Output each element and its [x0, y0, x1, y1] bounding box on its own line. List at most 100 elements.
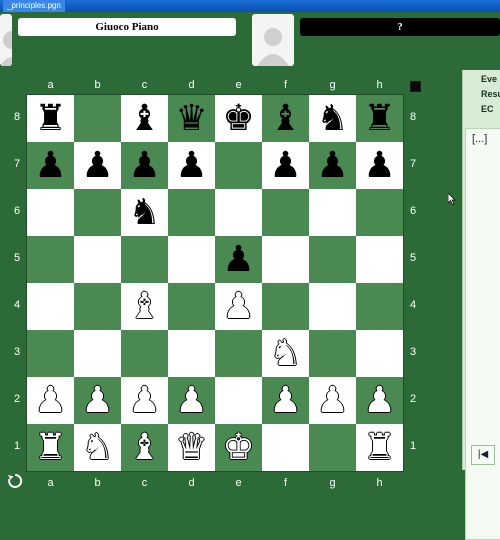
square-g3[interactable]	[309, 330, 356, 377]
square-b1[interactable]: ♞	[74, 424, 121, 471]
square-b5[interactable]	[74, 236, 121, 283]
move-list[interactable]: [...]	[465, 128, 500, 540]
square-f8[interactable]: ♝	[262, 95, 309, 142]
square-g6[interactable]	[309, 189, 356, 236]
white-bishop-icon[interactable]: ♝	[128, 424, 160, 471]
square-e3[interactable]	[215, 330, 262, 377]
square-e7[interactable]	[215, 142, 262, 189]
black-pawn-icon[interactable]: ♟	[128, 142, 160, 189]
black-pawn-icon[interactable]: ♟	[316, 142, 348, 189]
square-f2[interactable]: ♟	[262, 377, 309, 424]
square-c2[interactable]: ♟	[121, 377, 168, 424]
square-d2[interactable]: ♟	[168, 377, 215, 424]
square-e2[interactable]	[215, 377, 262, 424]
white-pawn-icon[interactable]: ♟	[222, 283, 254, 330]
square-g2[interactable]: ♟	[309, 377, 356, 424]
square-d5[interactable]	[168, 236, 215, 283]
black-rook-icon[interactable]: ♜	[34, 95, 66, 142]
square-a5[interactable]	[27, 236, 74, 283]
square-h6[interactable]	[356, 189, 403, 236]
square-b3[interactable]	[74, 330, 121, 377]
square-a2[interactable]: ♟	[27, 377, 74, 424]
black-rook-icon[interactable]: ♜	[363, 95, 395, 142]
square-e5[interactable]: ♟	[215, 236, 262, 283]
square-e1[interactable]: ♚	[215, 424, 262, 471]
square-g5[interactable]	[309, 236, 356, 283]
square-e4[interactable]: ♟	[215, 283, 262, 330]
square-h5[interactable]	[356, 236, 403, 283]
square-d8[interactable]: ♛	[168, 95, 215, 142]
white-pawn-icon[interactable]: ♟	[34, 377, 66, 424]
square-a6[interactable]	[27, 189, 74, 236]
square-b6[interactable]	[74, 189, 121, 236]
white-pawn-icon[interactable]: ♟	[363, 377, 395, 424]
white-knight-icon[interactable]: ♞	[81, 424, 113, 471]
square-f6[interactable]	[262, 189, 309, 236]
square-f7[interactable]: ♟	[262, 142, 309, 189]
white-queen-icon[interactable]: ♛	[175, 424, 207, 471]
square-f5[interactable]	[262, 236, 309, 283]
square-a7[interactable]: ♟	[27, 142, 74, 189]
black-pawn-icon[interactable]: ♟	[222, 236, 254, 283]
black-bishop-icon[interactable]: ♝	[269, 95, 301, 142]
square-e6[interactable]	[215, 189, 262, 236]
square-c6[interactable]: ♞	[121, 189, 168, 236]
square-b7[interactable]: ♟	[74, 142, 121, 189]
black-pawn-icon[interactable]: ♟	[175, 142, 207, 189]
square-c8[interactable]: ♝	[121, 95, 168, 142]
white-pawn-icon[interactable]: ♟	[269, 377, 301, 424]
square-d7[interactable]: ♟	[168, 142, 215, 189]
first-move-button[interactable]: |◀	[471, 445, 495, 465]
square-h3[interactable]	[356, 330, 403, 377]
black-pawn-icon[interactable]: ♟	[269, 142, 301, 189]
square-f1[interactable]	[262, 424, 309, 471]
white-pawn-icon[interactable]: ♟	[175, 377, 207, 424]
square-d4[interactable]	[168, 283, 215, 330]
square-a8[interactable]: ♜	[27, 95, 74, 142]
square-c1[interactable]: ♝	[121, 424, 168, 471]
black-knight-icon[interactable]: ♞	[128, 189, 160, 236]
square-f3[interactable]: ♞	[262, 330, 309, 377]
square-h1[interactable]: ♜	[356, 424, 403, 471]
square-h7[interactable]: ♟	[356, 142, 403, 189]
black-pawn-icon[interactable]: ♟	[34, 142, 66, 189]
white-pawn-icon[interactable]: ♟	[81, 377, 113, 424]
square-c4[interactable]: ♝	[121, 283, 168, 330]
black-pawn-icon[interactable]: ♟	[363, 142, 395, 189]
square-g4[interactable]	[309, 283, 356, 330]
square-f4[interactable]	[262, 283, 309, 330]
white-knight-icon[interactable]: ♞	[269, 330, 301, 377]
white-rook-icon[interactable]: ♜	[363, 424, 395, 471]
square-d6[interactable]	[168, 189, 215, 236]
white-rook-icon[interactable]: ♜	[34, 424, 66, 471]
square-g8[interactable]: ♞	[309, 95, 356, 142]
square-g7[interactable]: ♟	[309, 142, 356, 189]
chess-board[interactable]: ♜ ♝ ♛ ♚ ♝ ♞ ♜ ♟ ♟ ♟ ♟ ♟ ♟ ♟ ♞ ♟ ♝ ♟ ♞ ♟ ♟ ♟ ♟ ♟ ♟ ♟ ♜ ♞ ♝ ♛ ♚ ♜	[27, 95, 403, 471]
black-queen-icon[interactable]: ♛	[175, 95, 207, 142]
square-b2[interactable]: ♟	[74, 377, 121, 424]
square-g1[interactable]	[309, 424, 356, 471]
white-bishop-icon[interactable]: ♝	[128, 283, 160, 330]
square-c5[interactable]	[121, 236, 168, 283]
black-pawn-icon[interactable]: ♟	[81, 142, 113, 189]
square-d3[interactable]	[168, 330, 215, 377]
rotate-board-icon[interactable]	[7, 473, 23, 489]
black-knight-icon[interactable]: ♞	[316, 95, 348, 142]
black-bishop-icon[interactable]: ♝	[128, 95, 160, 142]
white-king-icon[interactable]: ♚	[222, 424, 254, 471]
square-h8[interactable]: ♜	[356, 95, 403, 142]
square-d1[interactable]: ♛	[168, 424, 215, 471]
square-b8[interactable]	[74, 95, 121, 142]
square-h4[interactable]	[356, 283, 403, 330]
white-pawn-icon[interactable]: ♟	[128, 377, 160, 424]
square-c7[interactable]: ♟	[121, 142, 168, 189]
white-pawn-icon[interactable]: ♟	[316, 377, 348, 424]
square-a4[interactable]	[27, 283, 74, 330]
square-b4[interactable]	[74, 283, 121, 330]
square-e8[interactable]: ♚	[215, 95, 262, 142]
square-a3[interactable]	[27, 330, 74, 377]
square-h2[interactable]: ♟	[356, 377, 403, 424]
square-c3[interactable]	[121, 330, 168, 377]
black-king-icon[interactable]: ♚	[222, 95, 254, 142]
square-a1[interactable]: ♜	[27, 424, 74, 471]
